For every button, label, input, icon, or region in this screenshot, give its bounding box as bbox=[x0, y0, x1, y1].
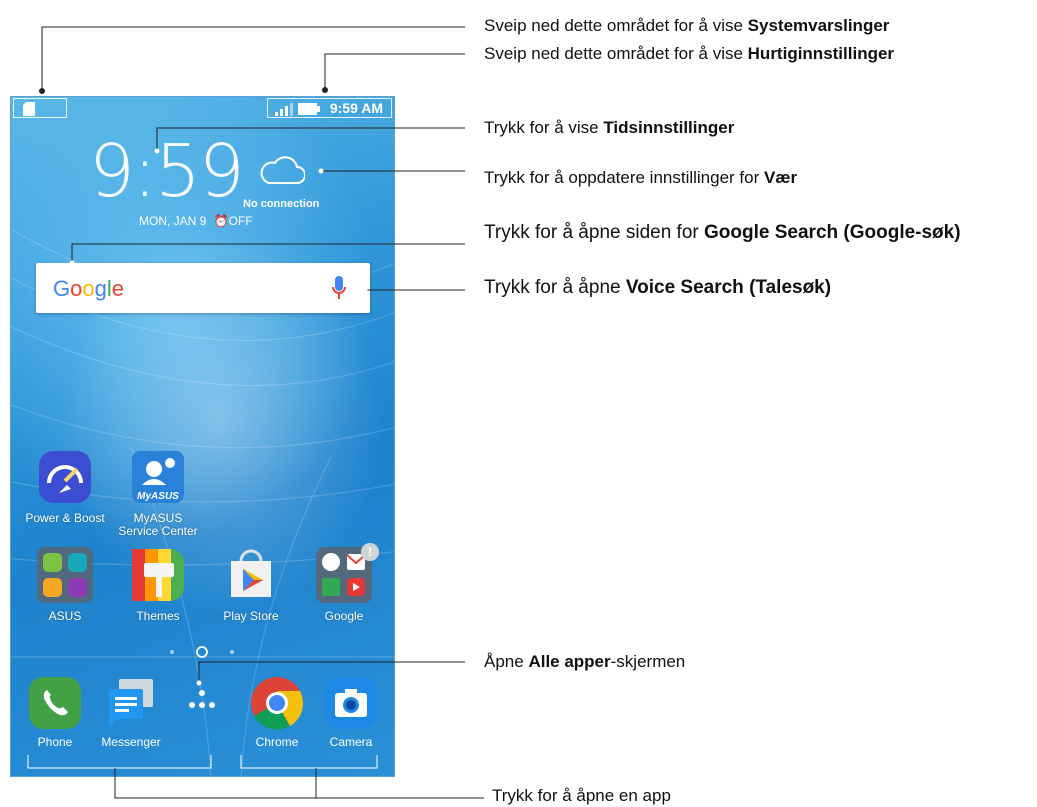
callout-quick-settings: Sveip ned dette området for å vise Hurti… bbox=[484, 44, 894, 64]
callout-bold: Google Search (Google-søk) bbox=[704, 222, 961, 243]
callout-weather: Trykk for å oppdatere innstillinger for … bbox=[484, 168, 797, 188]
callout-bold: Alle apper bbox=[528, 652, 611, 671]
callout-bold: Voice Search (Talesøk) bbox=[625, 277, 832, 298]
callout-voice-search: Trykk for å åpne Voice Search (Talesøk) bbox=[484, 277, 831, 299]
callout-open-app: Trykk for å åpne en app bbox=[492, 786, 671, 806]
callout-system-notifications: Sveip ned dette området for å vise Syste… bbox=[484, 16, 889, 36]
callout-bold: Systemvarslinger bbox=[747, 16, 890, 35]
callout-time-settings: Trykk for å vise Tidsinnstillinger bbox=[484, 118, 734, 138]
callout-text: Trykk for å oppdatere innstillinger for bbox=[484, 168, 764, 187]
callout-text: Sveip ned dette området for å vise bbox=[484, 44, 748, 63]
callout-text: Trykk for å åpne bbox=[484, 277, 626, 298]
callout-text: Trykk for å åpne siden for bbox=[484, 222, 705, 243]
callout-text: Åpne bbox=[484, 652, 529, 671]
callout-bold: Tidsinnstillinger bbox=[603, 118, 735, 137]
callout-text: Trykk for å åpne en app bbox=[492, 786, 671, 805]
callout-bold: Hurtiginnstillinger bbox=[747, 44, 895, 63]
callout-text: -skjermen bbox=[610, 652, 686, 671]
callout-text: Sveip ned dette området for å vise bbox=[484, 16, 748, 35]
callout-text: Trykk for å vise bbox=[484, 118, 604, 137]
callout-google-search: Trykk for å åpne siden for Google Search… bbox=[484, 222, 961, 244]
callout-bold: Vær bbox=[764, 168, 798, 187]
callout-all-apps: Åpne Alle apper-skjermen bbox=[484, 652, 685, 672]
